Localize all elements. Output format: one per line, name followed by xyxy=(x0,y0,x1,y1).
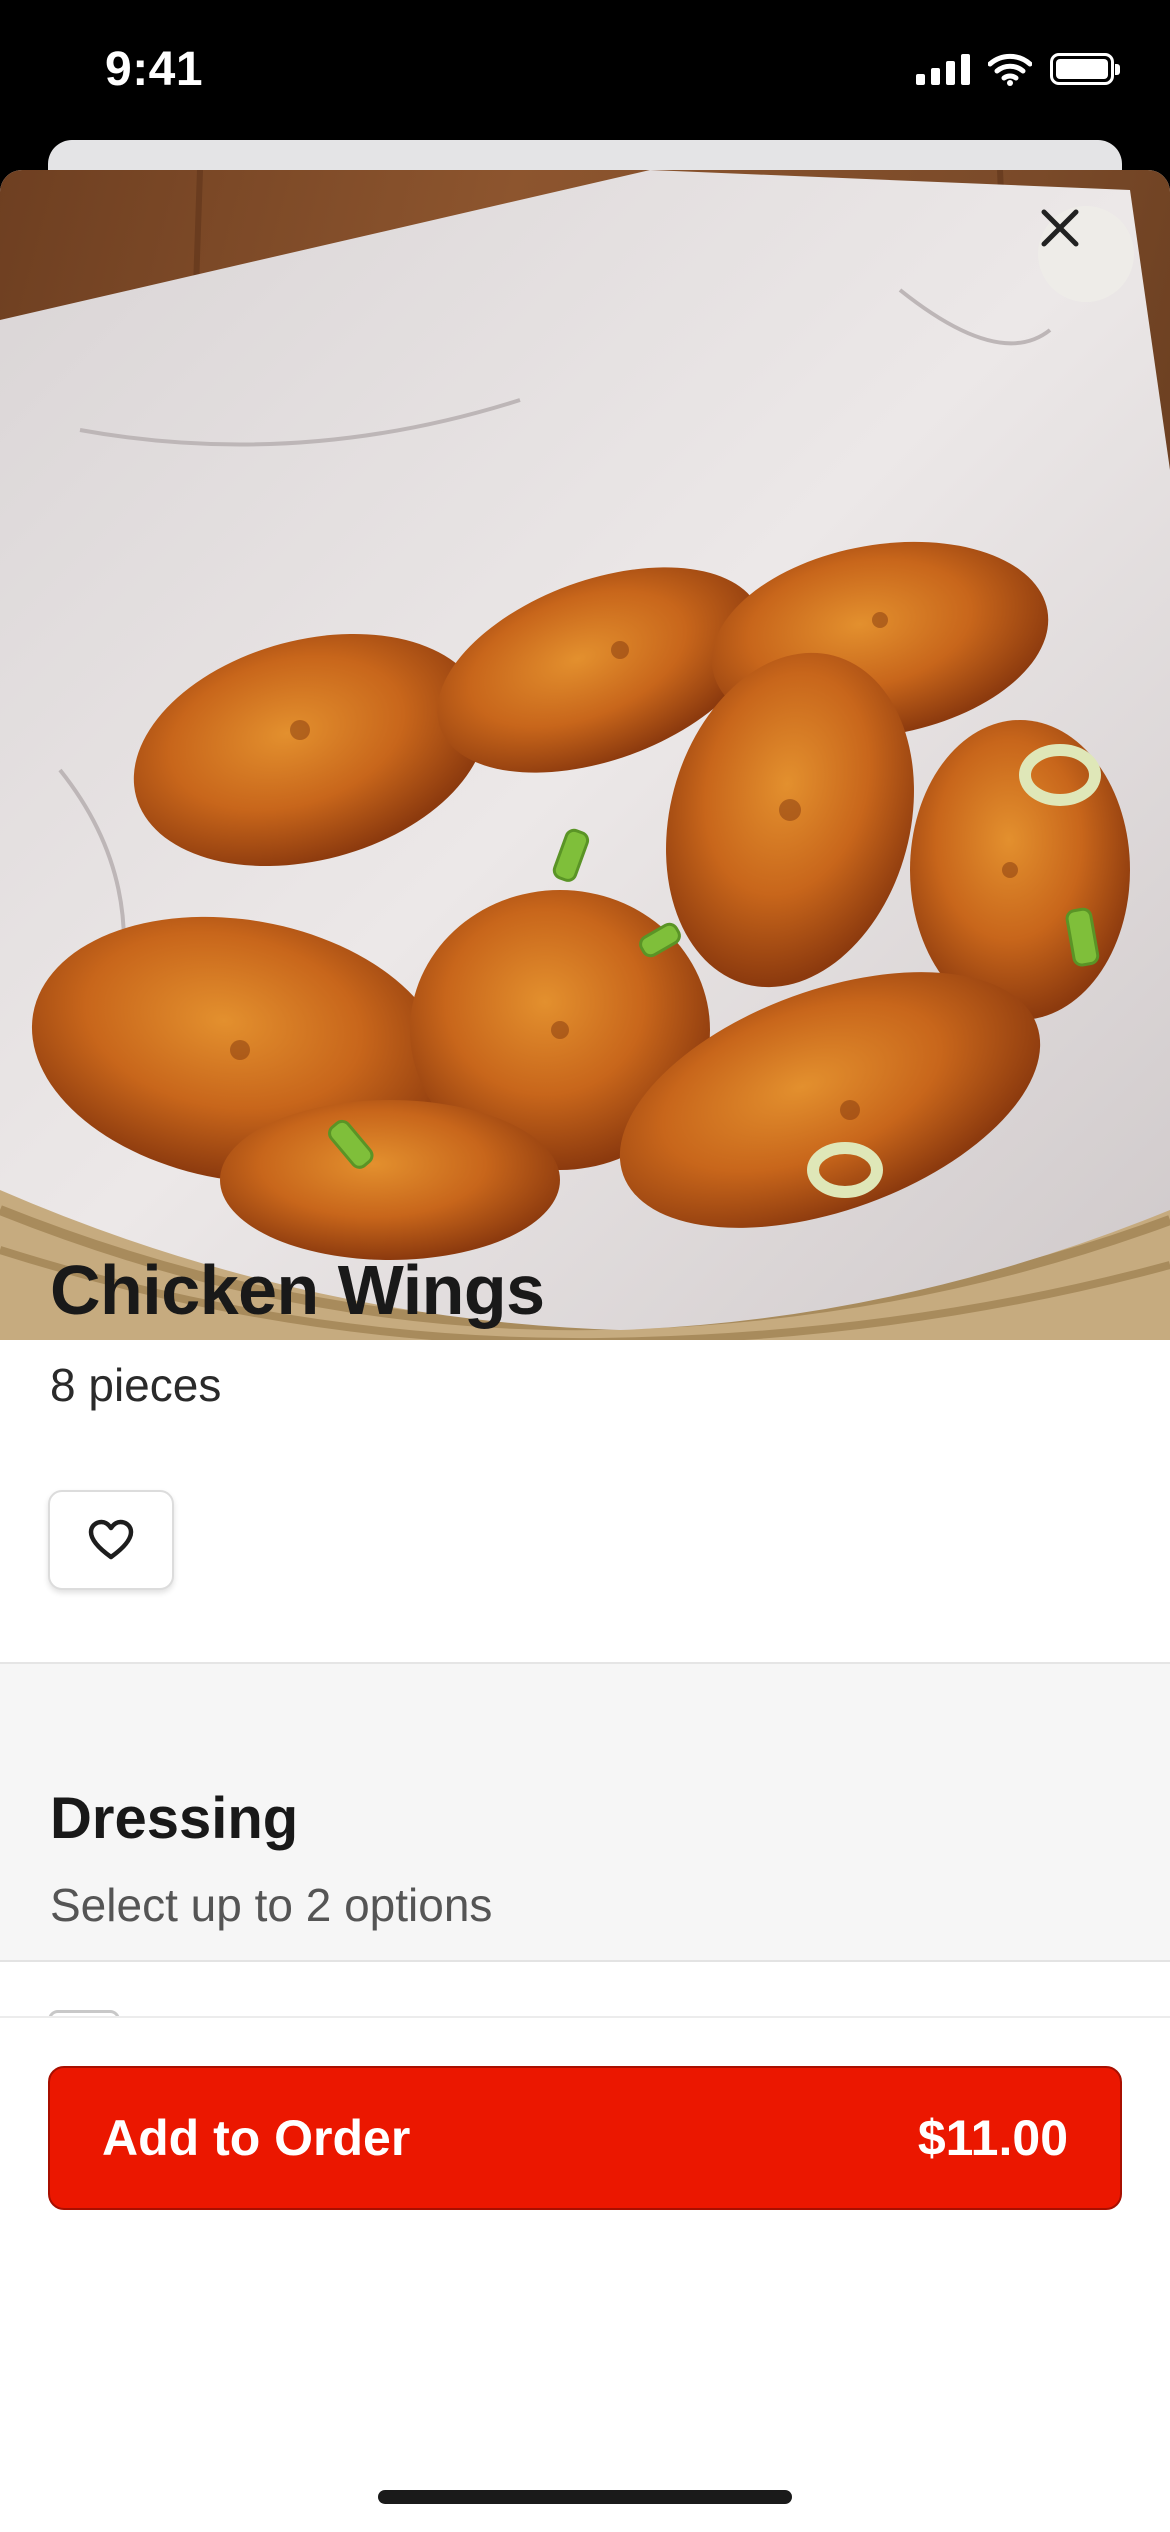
section-divider xyxy=(0,1960,1170,1962)
heart-icon xyxy=(88,1519,134,1560)
section-title: Dressing xyxy=(50,1786,299,1851)
add-to-order-label: Add to Order xyxy=(102,2110,411,2166)
item-subtitle: 8 pieces xyxy=(50,1359,222,1411)
cellular-signal-icon xyxy=(916,53,970,85)
status-icons xyxy=(916,52,1120,86)
status-time: 9:41 xyxy=(105,43,204,96)
chicken-wings-illustration xyxy=(0,170,1170,1340)
wifi-icon xyxy=(988,53,1032,86)
close-button[interactable] xyxy=(1038,206,1134,302)
battery-icon xyxy=(1050,53,1120,85)
status-bar: 9:41 xyxy=(0,0,1170,150)
section-subtitle: Select up to 2 options xyxy=(50,1879,493,1931)
home-indicator xyxy=(378,2490,792,2504)
add-to-order-button[interactable]: Add to Order $11.00 xyxy=(48,2066,1122,2210)
item-title: Chicken Wings xyxy=(50,1251,545,1329)
favorite-button[interactable] xyxy=(48,1490,174,1590)
close-icon xyxy=(1041,209,1079,247)
order-price: $11.00 xyxy=(917,2110,1068,2166)
item-photo xyxy=(0,170,1170,1340)
